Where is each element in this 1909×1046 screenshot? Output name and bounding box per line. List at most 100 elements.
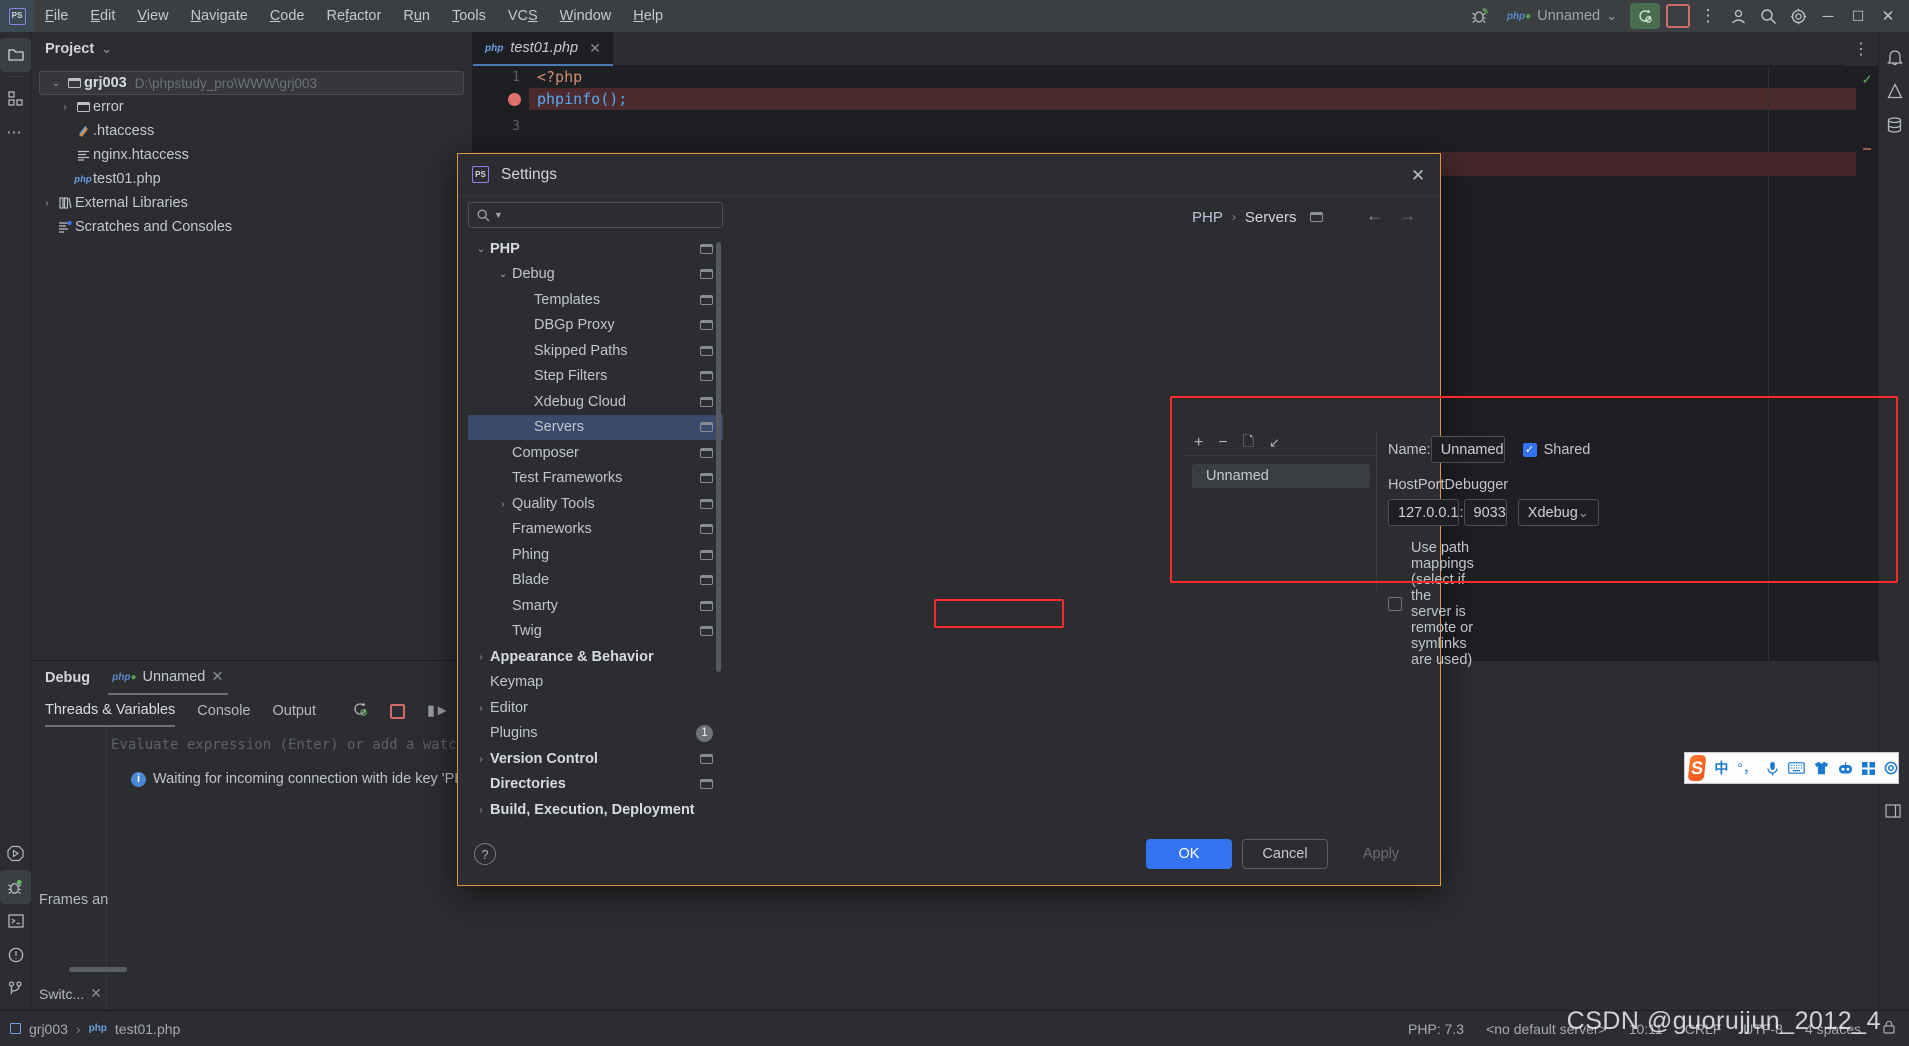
bookmark-icon[interactable] (700, 371, 713, 382)
more-dots-icon[interactable]: ⋯ (0, 115, 31, 149)
project-tree-row[interactable]: .htaccess (31, 119, 472, 143)
chevron-down-icon[interactable]: ⌄ (48, 78, 64, 89)
ok-button[interactable]: OK (1146, 839, 1232, 869)
port-field[interactable]: 9033 (1463, 499, 1507, 526)
settings-category-tree[interactable]: ⌄ PHP ⌄ Debug Templates DBGp Proxy Skipped Pat… (468, 236, 723, 817)
switch-tab[interactable]: Switc... ✕ (39, 985, 102, 1002)
chevron-down-icon[interactable]: ⌄ (472, 243, 490, 255)
server-list-item-unnamed[interactable]: Unnamed (1192, 464, 1370, 488)
tools-icon[interactable] (1884, 761, 1898, 775)
chevron-right-icon[interactable]: › (494, 498, 512, 510)
status-php-version[interactable]: PHP: 7.3 (1408, 1021, 1464, 1037)
sidebar-item-terminal[interactable] (0, 904, 31, 938)
stop-icon[interactable] (1666, 4, 1690, 28)
mic-icon[interactable] (1766, 761, 1779, 776)
debugger-select[interactable]: Xdebug ⌄ (1517, 499, 1599, 526)
maximize-button[interactable]: ☐ (1843, 1, 1873, 31)
host-field[interactable]: 127.0.0.1 (1388, 499, 1460, 526)
menu-tools[interactable]: Tools (441, 8, 497, 24)
remove-icon[interactable]: − (1218, 434, 1227, 452)
menu-refactor[interactable]: Refactor (316, 8, 393, 24)
bookmark-icon[interactable] (700, 626, 713, 637)
menu-run[interactable]: Run (392, 8, 441, 24)
menu-window[interactable]: Window (549, 8, 623, 24)
menu-view[interactable]: View (126, 8, 179, 24)
tab-console[interactable]: Console (197, 703, 250, 719)
menu-help[interactable]: Help (622, 8, 674, 24)
ime-punctuation-mode[interactable]: °， (1737, 758, 1757, 778)
shared-checkbox[interactable]: ✓ (1522, 442, 1537, 457)
path-mappings-checkbox[interactable] (1388, 597, 1402, 611)
settings-gear-icon[interactable] (1783, 1, 1813, 31)
stop-icon[interactable] (390, 703, 406, 719)
chevron-right-icon[interactable]: › (39, 198, 55, 209)
sidebar-item-directories[interactable]: Directories (468, 772, 723, 798)
sidebar-item-project[interactable] (0, 38, 31, 72)
chevron-down-icon[interactable]: ⌄ (101, 41, 112, 57)
sogou-ime-bar[interactable]: S 中 °， (1684, 752, 1899, 784)
bookmark-icon[interactable] (700, 600, 713, 611)
bookmark-icon[interactable] (700, 269, 713, 280)
sidebar-item-composer[interactable]: Composer (468, 440, 723, 466)
chevron-right-icon[interactable]: › (472, 804, 490, 816)
bookmark-icon[interactable] (700, 549, 713, 560)
bookmark-icon[interactable] (700, 447, 713, 458)
sidebar-item-test-frameworks[interactable]: Test Frameworks (468, 466, 723, 492)
sidebar-item-twig[interactable]: Twig (468, 619, 723, 645)
status-default-server[interactable]: <no default server> (1486, 1021, 1607, 1037)
bookmark-icon[interactable] (700, 524, 713, 535)
lock-icon[interactable] (1883, 1020, 1895, 1037)
add-icon[interactable]: + (1194, 434, 1203, 452)
status-breadcrumb[interactable]: grj003 › php test01.php (0, 1021, 180, 1037)
project-tree-row[interactable]: › error (31, 95, 472, 119)
copy-icon[interactable]: 🗋 (1243, 431, 1254, 455)
breadcrumb-file[interactable]: test01.php (115, 1021, 180, 1037)
rerun-debug-icon[interactable] (1630, 3, 1660, 29)
sidebar-item-frameworks[interactable]: Frameworks (468, 517, 723, 543)
project-panel-header[interactable]: Project ⌄ (31, 32, 472, 65)
sidebar-item-editor[interactable]: › Editor (468, 695, 723, 721)
project-tree-row[interactable]: ⌄ grj003 D:\phpstudy_pro\WWW\grj003 (39, 71, 464, 95)
bookmark-icon[interactable] (700, 473, 713, 484)
resume-icon[interactable]: ▮► (427, 703, 449, 719)
sidebar-item-php[interactable]: ⌄ PHP (468, 236, 723, 262)
sidebar-item-structure[interactable] (0, 81, 31, 115)
horizontal-scrollbar[interactable] (69, 967, 127, 972)
back-arrow-icon[interactable]: ← (1366, 206, 1383, 226)
project-tree-row[interactable]: Scratches and Consoles (31, 215, 472, 239)
sidebar-item-debug[interactable]: ⌄ Debug (468, 262, 723, 288)
sidebar-item-build-execution-deployment[interactable]: › Build, Execution, Deployment (468, 797, 723, 817)
sidebar-item-run[interactable] (0, 836, 31, 870)
inspection-check-icon[interactable]: ✓ (1856, 66, 1878, 88)
bookmark-icon[interactable] (700, 575, 713, 586)
tab-threads-variables[interactable]: Threads & Variables (45, 695, 176, 727)
project-file-tree[interactable]: ⌄ grj003 D:\phpstudy_pro\WWW\grj003 › error.… (31, 71, 472, 239)
breadcrumb-root[interactable]: PHP (1192, 209, 1223, 226)
path-mappings-row[interactable]: Use path mappings (select if the server … (1388, 540, 1474, 668)
forward-arrow-icon[interactable]: → (1399, 206, 1416, 226)
project-tree-row[interactable]: php test01.php (31, 167, 472, 191)
editor-tab-test01php[interactable]: php test01.php ✕ (473, 32, 613, 66)
sidebar-item-problems[interactable] (0, 938, 31, 972)
tab-output[interactable]: Output (273, 703, 317, 719)
chevron-right-icon[interactable]: › (472, 753, 490, 765)
ai-assistant-icon[interactable] (1879, 74, 1909, 108)
notifications-icon[interactable] (1879, 40, 1909, 74)
sidebar-item-appearance-behavior[interactable]: › Appearance & Behavior (468, 644, 723, 670)
debug-session-tab[interactable]: php● Unnamed ✕ (108, 661, 228, 695)
sidebar-item-smarty[interactable]: Smarty (468, 593, 723, 619)
breadcrumb-project[interactable]: grj003 (29, 1021, 68, 1037)
search-chevron-icon[interactable]: ▼ (494, 210, 503, 220)
bookmark-icon[interactable] (700, 498, 713, 509)
skin-icon[interactable] (1814, 761, 1829, 775)
sidebar-item-blade[interactable]: Blade (468, 568, 723, 594)
search-everywhere-icon[interactable] (1753, 1, 1783, 31)
menu-code[interactable]: Code (259, 8, 316, 24)
sidebar-item-xdebug-cloud[interactable]: Xdebug Cloud (468, 389, 723, 415)
robot-icon[interactable] (1838, 761, 1853, 775)
settings-tree-scrollbar[interactable] (716, 242, 721, 672)
run-configuration-selector[interactable]: php● Unnamed ⌄ (1497, 3, 1627, 29)
status-encoding[interactable]: UTF-8 (1743, 1021, 1783, 1037)
bookmark-icon[interactable] (700, 294, 713, 305)
close-icon[interactable]: ✕ (589, 40, 601, 57)
